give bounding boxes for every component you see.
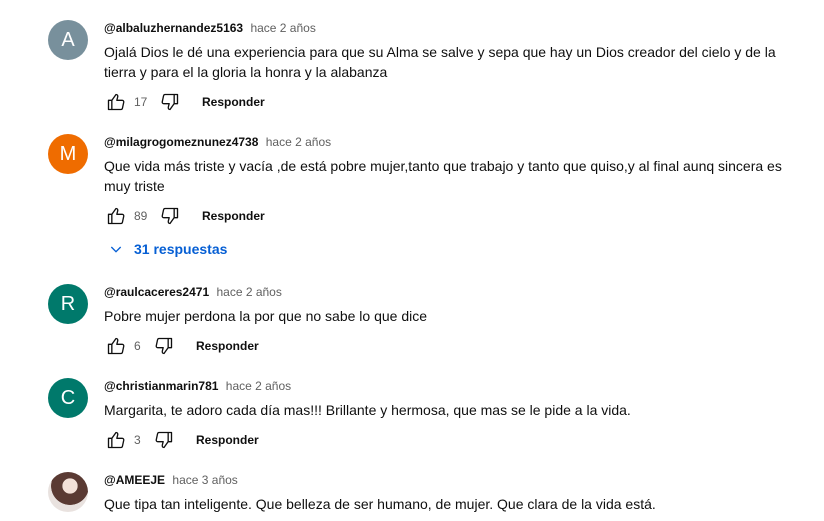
dislike-icon[interactable] — [152, 428, 176, 452]
comment-time[interactable]: hace 2 años — [266, 135, 331, 149]
comment-author[interactable]: @AMEEJE — [104, 473, 165, 487]
dislike-icon[interactable] — [158, 90, 182, 114]
comment-time[interactable]: hace 2 años — [216, 285, 281, 299]
avatar-letter: C — [60, 386, 76, 409]
view-replies-button[interactable]: 31 respuestas — [104, 238, 227, 260]
like-icon[interactable] — [104, 428, 128, 452]
avatar-letter: A — [61, 28, 75, 51]
comment-author[interactable]: @albaluzhernandez5163 — [104, 21, 243, 35]
like-count: 17 — [134, 95, 148, 109]
avatar[interactable]: C — [48, 378, 88, 418]
like-count: 3 — [134, 433, 141, 447]
comment-text: Ojalá Dios le dé una experiencia para qu… — [104, 44, 776, 80]
replies-label: 31 respuestas — [134, 241, 228, 257]
avatar-letter: R — [60, 292, 76, 315]
comment: C @christianmarin781 hace 2 años Margari… — [48, 378, 808, 458]
comment-author[interactable]: @raulcaceres2471 — [104, 285, 209, 299]
dislike-icon[interactable] — [158, 204, 182, 228]
avatar[interactable] — [48, 472, 88, 512]
avatar[interactable]: R — [48, 284, 88, 324]
reply-button[interactable]: Responder — [202, 209, 265, 223]
comment: A @albaluzhernandez5163 hace 2 años Ojal… — [48, 20, 808, 120]
avatar[interactable]: A — [48, 20, 88, 60]
comment-time[interactable]: hace 3 años — [172, 473, 237, 487]
comment-author[interactable]: @christianmarin781 — [104, 379, 218, 393]
comment: R @raulcaceres2471 hace 2 años Pobre muj… — [48, 284, 808, 364]
like-icon[interactable] — [104, 204, 128, 228]
like-count: 6 — [134, 339, 141, 353]
like-icon[interactable] — [104, 90, 128, 114]
comment-text: Pobre mujer perdona la por que no sabe l… — [104, 308, 427, 324]
chevron-down-icon — [104, 238, 128, 260]
comment-text: Que vida más triste y vacía ,de está pob… — [104, 158, 782, 194]
comment: @AMEEJE hace 3 años Que tipa tan intelig… — [48, 472, 808, 521]
like-icon[interactable] — [104, 334, 128, 358]
avatar[interactable]: M — [48, 134, 88, 174]
comment-time[interactable]: hace 2 años — [226, 379, 291, 393]
comment-author[interactable]: @milagrogomeznunez4738 — [104, 135, 258, 149]
comment-text: Que tipa tan inteligente. Que belleza de… — [104, 496, 656, 512]
dislike-icon[interactable] — [152, 334, 176, 358]
reply-button[interactable]: Responder — [196, 433, 259, 447]
reply-button[interactable]: Responder — [202, 95, 265, 109]
comment-time[interactable]: hace 2 años — [250, 21, 315, 35]
reply-button[interactable]: Responder — [196, 339, 259, 353]
like-count: 89 — [134, 209, 148, 223]
comment-text: Margarita, te adoro cada día mas!!! Bril… — [104, 402, 631, 418]
avatar-letter: M — [59, 142, 77, 165]
comment: M @milagrogomeznunez4738 hace 2 años Que… — [48, 134, 808, 234]
